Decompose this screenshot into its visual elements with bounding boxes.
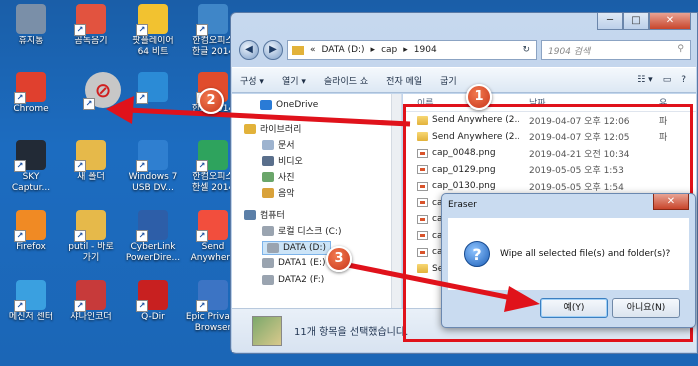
arrow-to-eraser bbox=[106, 96, 411, 127]
arrow-to-yes bbox=[347, 262, 540, 312]
annotation-arrows bbox=[106, 96, 540, 312]
step-3-badge: 3 bbox=[326, 246, 352, 272]
step-2-badge: 2 bbox=[198, 88, 224, 114]
step-1-badge: 1 bbox=[466, 84, 492, 110]
